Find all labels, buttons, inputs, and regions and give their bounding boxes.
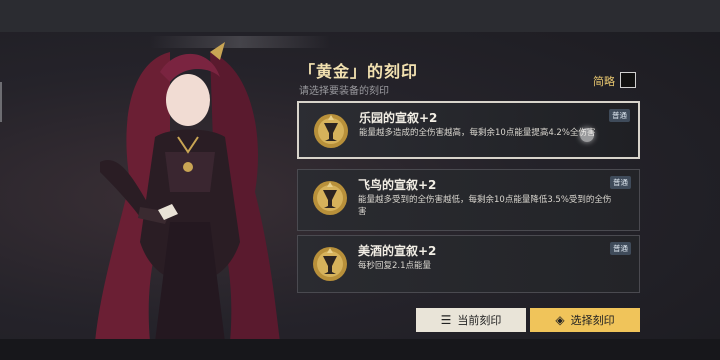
list-icon: ☰	[440, 313, 452, 327]
compact-toggle-label: 简略	[593, 75, 615, 88]
stigmata-name: 飞鸟的宣叙+2	[358, 178, 437, 192]
page-subtitle: 请选择要装备的刻印	[299, 86, 389, 97]
select-stigmata-label: 选择刻印	[570, 314, 615, 327]
current-stigmata-button[interactable]: ☰ 当前刻印	[416, 308, 526, 332]
left-edge-marker	[0, 82, 12, 122]
stigmata-card-3[interactable]: 美酒的宣叙+2 每秒回复2.1点能量 普通	[297, 235, 640, 293]
rarity-badge: 普通	[610, 242, 631, 255]
seal-icon: ◈	[555, 313, 565, 327]
compact-checkbox[interactable]	[620, 72, 636, 88]
game-screen: 「黄金」的刻印 请选择要装备的刻印 简略 乐园的宣叙+2 能量越多造成的全伤害越…	[0, 0, 720, 360]
stigmata-description: 能量越多受到的全伤害越低，每剩余10点能量降低3.5%受到的全伤害	[358, 195, 612, 217]
page-title: 「黄金」的刻印	[299, 62, 419, 81]
stigmata-name: 美酒的宣叙+2	[358, 244, 437, 258]
goblet-emblem-icon	[314, 114, 348, 148]
select-stigmata-button[interactable]: ◈ 选择刻印	[530, 308, 640, 332]
current-stigmata-label: 当前刻印	[457, 314, 502, 327]
goblet-emblem-icon	[313, 181, 347, 215]
top-bar	[0, 0, 720, 32]
rarity-badge: 普通	[609, 109, 630, 122]
stigmata-description: 每秒回复2.1点能量	[358, 261, 432, 271]
bottom-bar	[0, 339, 720, 360]
stigmata-name: 乐园的宣叙+2	[359, 111, 438, 125]
goblet-emblem-icon	[313, 247, 347, 281]
rarity-badge: 普通	[610, 176, 631, 189]
stigmata-card-2[interactable]: 飞鸟的宣叙+2 能量越多受到的全伤害越低，每剩余10点能量降低3.5%受到的全伤…	[297, 169, 640, 231]
touch-cursor-indicator	[580, 128, 594, 142]
stigmata-description: 能量越多造成的全伤害越高，每剩余10点能量提高4.2%全伤害	[359, 128, 596, 138]
character-illustration	[95, 42, 280, 342]
